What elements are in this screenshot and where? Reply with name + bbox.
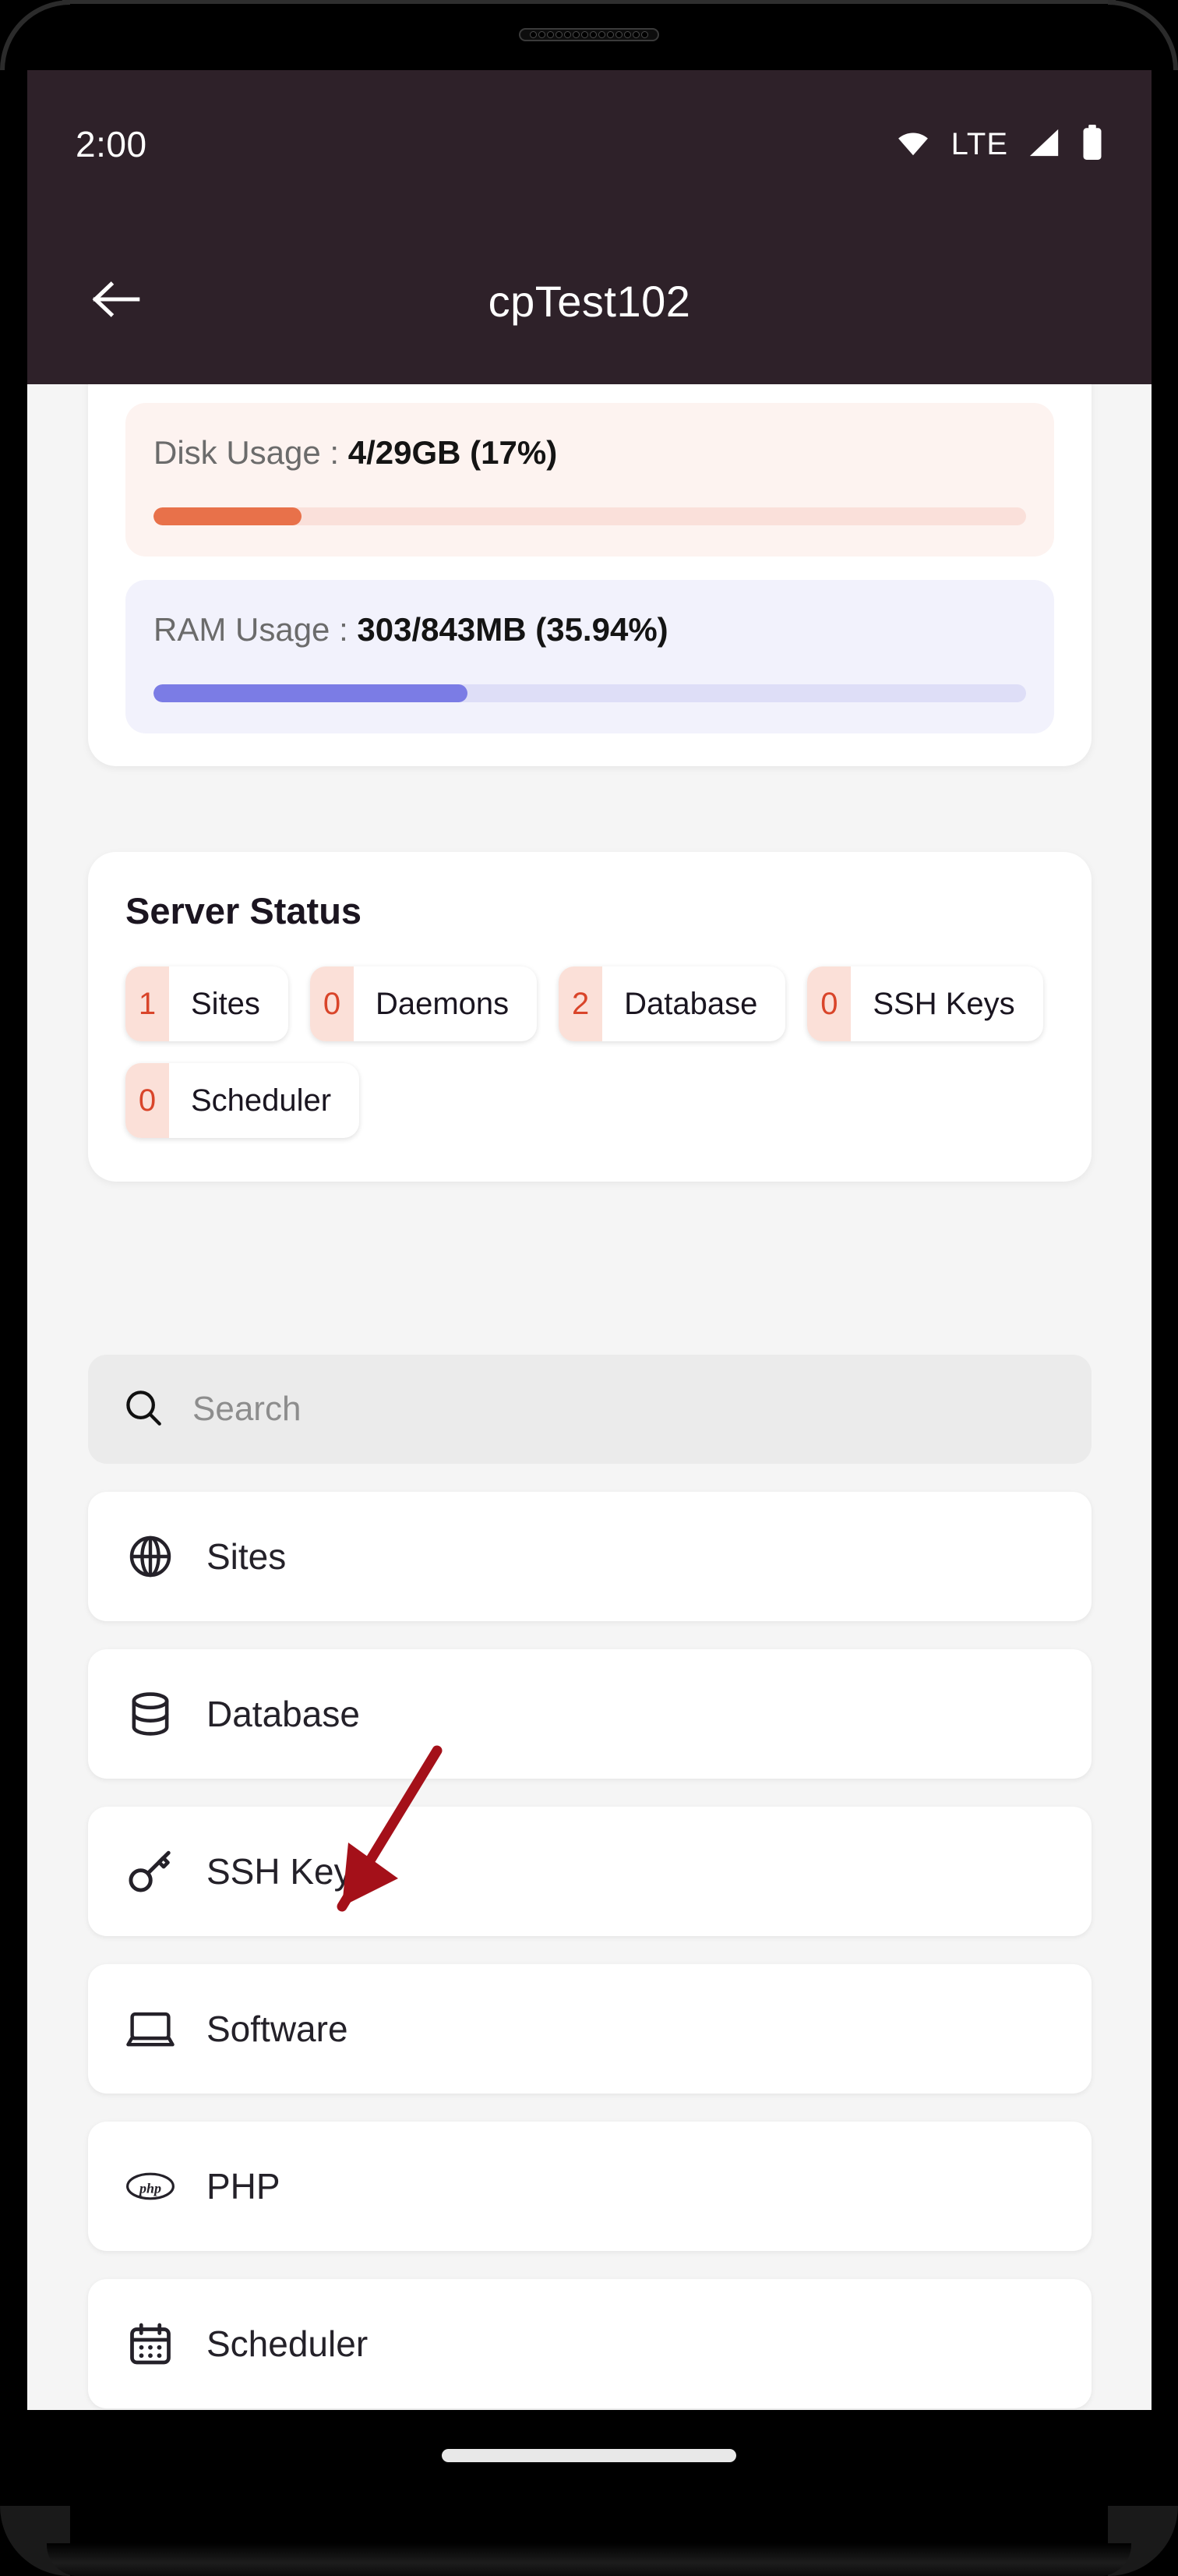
status-chip-count: 0: [807, 966, 852, 1041]
calendar-icon: [125, 2319, 175, 2369]
disk-usage-fill: [153, 507, 302, 525]
menu-item-database[interactable]: Database: [88, 1649, 1092, 1779]
database-icon: [125, 1689, 175, 1739]
menu-item-label: PHP: [206, 2166, 280, 2207]
disk-usage-label: Disk Usage : 4/29GB (17%): [153, 434, 1026, 472]
status-bar-icons: LTE: [895, 124, 1103, 164]
status-chip-count: 0: [309, 966, 354, 1041]
menu-item-label: Sites: [206, 1536, 287, 1577]
menu-item-label: Software: [206, 2009, 348, 2049]
status-bar-clock: 2:00: [76, 124, 147, 164]
status-chip-label: Database: [624, 986, 758, 1021]
status-chip-database[interactable]: 2 Database: [559, 966, 786, 1041]
menu-list: Sites Database SSH Keys Software php PHP Sched…: [88, 1492, 1092, 2408]
key-icon: [125, 1846, 175, 1896]
status-chip-ssh-keys[interactable]: 0 SSH Keys: [807, 966, 1043, 1041]
menu-item-label: SSH Keys: [206, 1851, 370, 1892]
status-chip-label: SSH Keys: [873, 986, 1015, 1021]
laptop-icon: [125, 2004, 175, 2054]
speaker-grille: [519, 28, 659, 41]
app-bar: cpTest102: [27, 218, 1152, 384]
menu-item-sites[interactable]: Sites: [88, 1492, 1092, 1621]
menu-item-label: Database: [206, 1694, 360, 1734]
arrow-left-icon: [91, 279, 141, 323]
menu-item-php[interactable]: php PHP: [88, 2122, 1092, 2251]
bezel-inner-top-right: [1103, 5, 1173, 75]
search-icon: [122, 1387, 164, 1433]
back-button[interactable]: [88, 274, 144, 330]
php-icon: php: [125, 2161, 175, 2211]
resource-usage-card: Disk Usage : 4/29GB (17%) RAM Usage : 30…: [88, 384, 1092, 766]
server-status-chip-list: 1 Sites 0 Daemons 2 Database 0 SSH Keys 0 Schedul…: [125, 966, 1054, 1138]
bezel-top-edge: [62, 0, 1116, 4]
server-status-title: Server Status: [125, 890, 362, 931]
home-indicator[interactable]: [442, 2449, 736, 2462]
menu-item-scheduler[interactable]: Scheduler: [88, 2279, 1092, 2408]
menu-item-ssh-keys[interactable]: SSH Keys: [88, 1807, 1092, 1936]
menu-item-software[interactable]: Software: [88, 1964, 1092, 2094]
status-chip-scheduler[interactable]: 0 Scheduler: [125, 1063, 360, 1138]
signal-icon: [1028, 127, 1061, 162]
status-chip-sites[interactable]: 1 Sites: [125, 966, 288, 1041]
battery-icon: [1081, 124, 1103, 164]
svg-text:php: php: [138, 2180, 161, 2196]
ram-usage-track: [153, 684, 1026, 702]
wifi-icon: [895, 129, 931, 161]
disk-usage-value: 4/29GB (17%): [347, 434, 558, 471]
bezel-bottom-edge: [47, 2543, 1131, 2576]
ram-usage-value: 303/843MB (35.94%): [357, 611, 668, 648]
phone-frame: 2:00 LTE cpTest102 Disk Usage: 4/29GB (…: [0, 0, 1178, 2576]
status-chip-label: Scheduler: [191, 1083, 332, 1118]
menu-section: Search Sites Database SSH Keys Software php P…: [88, 1355, 1092, 2408]
status-chip-daemons[interactable]: 0 Daemons: [309, 966, 538, 1041]
status-chip-count: 2: [559, 966, 603, 1041]
status-chip-label: Daemons: [375, 986, 510, 1021]
page-title: cpTest102: [488, 277, 691, 326]
search-input[interactable]: Search: [88, 1355, 1092, 1464]
disk-usage-block: Disk Usage : 4/29GB (17%): [125, 403, 1054, 557]
ram-usage-fill: [153, 684, 467, 702]
globe-icon: [125, 1532, 175, 1581]
status-chip-count: 0: [125, 1063, 169, 1138]
search-placeholder: Search: [192, 1390, 302, 1428]
status-bar: 2:00 LTE: [27, 70, 1152, 218]
ram-usage-label-text: RAM Usage :: [153, 611, 358, 648]
menu-item-label: Scheduler: [206, 2323, 369, 2364]
disk-usage-track: [153, 507, 1026, 525]
status-chip-count: 1: [125, 966, 169, 1041]
scroll-content[interactable]: Disk Usage : 4/29GB (17%) RAM Usage : 30…: [27, 384, 1152, 2410]
phone-screen: 2:00 LTE cpTest102 Disk Usage: 4/29GB (…: [27, 70, 1152, 2410]
ram-usage-label: RAM Usage : 303/843MB (35.94%): [153, 611, 1026, 648]
disk-usage-label-text: Disk Usage :: [153, 434, 348, 471]
network-type-label: LTE: [951, 126, 1008, 161]
ram-usage-block: RAM Usage : 303/843MB (35.94%): [125, 580, 1054, 733]
bezel-inner-top-left: [5, 5, 75, 75]
status-chip-label: Sites: [191, 986, 260, 1021]
server-status-card: Server Status 1 Sites 0 Daemons 2 Database 0 SS…: [88, 852, 1092, 1182]
